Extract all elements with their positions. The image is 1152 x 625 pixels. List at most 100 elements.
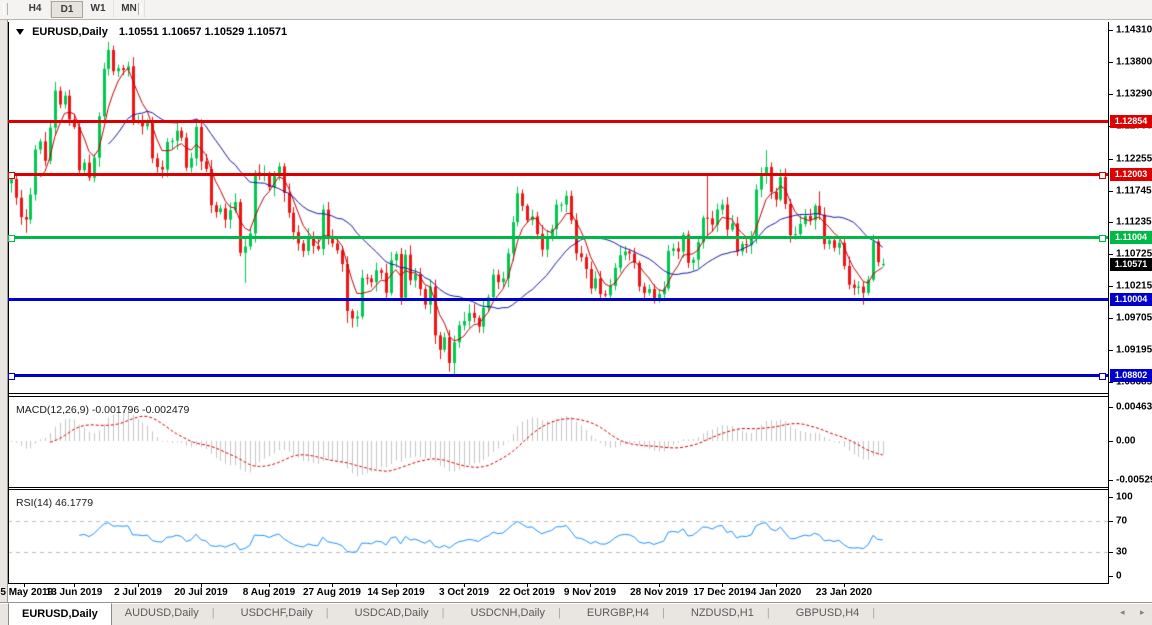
time-axis-label: 13 Jun 2019	[45, 587, 103, 598]
price-axis[interactable]: 1.143101.138001.132901.127801.122551.117…	[1109, 20, 1152, 602]
macd-axis-label: 0.00463	[1116, 401, 1152, 413]
macd-axis-label: 0.00	[1116, 435, 1136, 447]
price-badge-1.11004: 1.11004	[1110, 231, 1152, 244]
chart-title: EURUSD,Daily 1.10551 1.10657 1.10529 1.1…	[16, 26, 287, 38]
hline-1.10004[interactable]	[8, 298, 1108, 301]
hline-handle-right-1.11004[interactable]	[1099, 235, 1106, 242]
chart-ohlc-values: 1.10551 1.10657 1.10529 1.10571	[118, 26, 288, 38]
rsi-axis-label: 0	[1116, 570, 1122, 582]
time-axis-label: 4 Jan 2020	[750, 587, 802, 598]
macd-indicator-label: MACD(12,26,9) -0.001796 -0.002479	[16, 404, 190, 416]
time-axis-label: 9 Nov 2019	[563, 587, 617, 598]
price-axis-label: 1.13290	[1116, 88, 1152, 100]
plot-left-border	[8, 22, 9, 601]
price-axis-tick	[1109, 94, 1113, 95]
rsi-axis-label: 70	[1116, 515, 1128, 527]
time-axis-label: 20 Jul 2019	[174, 587, 228, 598]
tab-scroll-right-icon[interactable]: ▸	[1140, 607, 1145, 618]
time-axis-label: 8 Aug 2019	[242, 587, 296, 598]
symbol-dropdown-icon	[16, 29, 24, 35]
timeframe-button-h4[interactable]: H4	[20, 0, 51, 17]
trading-platform-window: H4 D1 W1 MN EURUSD,Daily 1.10551 1.10657 1.…	[0, 0, 1152, 625]
panel-splitter[interactable]	[8, 396, 1152, 397]
price-axis-tick	[1109, 222, 1113, 223]
current-price-badge: 1.10571	[1110, 258, 1152, 271]
price-axis-tick	[1109, 382, 1113, 383]
rsi-axis-tick	[1109, 521, 1113, 522]
chart-symbol-period: EURUSD,Daily	[32, 26, 108, 38]
rsi-axis-label: 30	[1116, 546, 1128, 558]
price-axis-label: 1.13800	[1116, 56, 1152, 68]
hline-1.11004[interactable]	[8, 236, 1108, 239]
time-axis-label: 2 Jul 2019	[114, 587, 162, 598]
price-axis-label: 1.14310	[1116, 24, 1152, 36]
panel-splitter[interactable]	[8, 489, 1152, 490]
panel-splitter[interactable]	[8, 487, 1152, 488]
hline-1.12854[interactable]	[8, 120, 1108, 123]
hline-handle-left-1.11004[interactable]	[8, 235, 15, 242]
chart-left-edge	[0, 20, 8, 602]
price-axis-tick	[1109, 318, 1113, 319]
price-badge-1.12003: 1.12003	[1110, 168, 1152, 181]
tab-nzdusd-h1[interactable]: NZDUSD,H1 |	[678, 603, 783, 625]
price-badge-1.10004: 1.10004	[1110, 293, 1152, 306]
rsi-axis-tick	[1109, 576, 1113, 577]
price-axis-label: 1.12255	[1116, 153, 1152, 165]
price-axis-tick	[1109, 191, 1113, 192]
timeframe-button-w1[interactable]: W1	[83, 0, 114, 17]
rsi-panel-canvas[interactable]	[8, 490, 1108, 583]
macd-axis-tick	[1109, 441, 1113, 442]
hline-handle-right-1.08802[interactable]	[1099, 373, 1106, 380]
price-badge-1.08802: 1.08802	[1110, 369, 1152, 382]
rsi-axis-tick	[1109, 552, 1113, 553]
time-axis-label: 17 Dec 2019	[693, 587, 751, 598]
price-axis-tick	[1109, 159, 1113, 160]
price-axis-label: 1.09195	[1116, 344, 1152, 356]
price-axis-tick	[1109, 62, 1113, 63]
rsi-axis-label: 100	[1116, 491, 1133, 503]
price-axis-tick	[1109, 286, 1113, 287]
price-axis-tick	[1109, 30, 1113, 31]
macd-axis-tick	[1109, 407, 1113, 408]
macd-axis-label: -0.00529	[1116, 474, 1152, 486]
candlestick-chart-canvas[interactable]	[8, 22, 1108, 393]
toolbar-separator	[138, 3, 142, 15]
toolbar-drag-handle[interactable]	[3, 3, 8, 15]
time-axis[interactable]: 25 May 2019 13 Jun 2019 2 Jul 2019 20 Jul 2…	[0, 584, 1152, 601]
panel-splitter[interactable]	[8, 393, 1152, 394]
macd-axis-tick	[1109, 480, 1113, 481]
timeframe-button-d1[interactable]: D1	[51, 1, 83, 18]
chart-window: EURUSD,Daily 1.10551 1.10657 1.10529 1.1…	[0, 20, 1152, 602]
timeframe-toolbar: H4 D1 W1 MN	[0, 0, 1152, 20]
rsi-axis-tick	[1109, 497, 1113, 498]
price-badge-1.12854: 1.12854	[1110, 115, 1152, 128]
price-axis-label: 1.11235	[1116, 216, 1152, 228]
hline-1.08802[interactable]	[8, 374, 1108, 377]
price-axis-label: 1.11745	[1116, 185, 1152, 197]
price-axis-tick	[1109, 254, 1113, 255]
tab-audusd-daily[interactable]: AUDUSD,Daily |	[112, 603, 228, 625]
time-axis-label: 23 Jan 2020	[815, 587, 873, 598]
tab-usdchf-daily[interactable]: USDCHF,Daily |	[228, 603, 342, 625]
rsi-indicator-label: RSI(14) 46.1779	[16, 497, 94, 509]
price-axis-label: 1.09705	[1116, 312, 1152, 324]
hline-handle-left-1.12003[interactable]	[8, 172, 15, 179]
time-axis-label: 22 Oct 2019	[499, 587, 555, 598]
time-axis-label: 14 Sep 2019	[367, 587, 425, 598]
price-axis-tick	[1109, 350, 1113, 351]
hline-handle-left-1.08802[interactable]	[8, 373, 15, 380]
tab-gbpusd-h4[interactable]: GBPUSD,H4 |	[783, 603, 888, 625]
time-axis-label: 3 Oct 2019	[438, 587, 490, 598]
time-axis-label: 28 Nov 2019	[630, 587, 688, 598]
timeframe-buttons: H4 D1 W1 MN	[20, 0, 145, 19]
chart-tab-bar: EURUSD,Daily AUDUSD,Daily | USDCHF,Daily | US…	[0, 602, 1152, 625]
tab-eurgbp-h4[interactable]: EURGBP,H4 |	[574, 603, 678, 625]
tab-usdcad-daily[interactable]: USDCAD,Daily |	[342, 603, 458, 625]
tab-eurusd-daily[interactable]: EURUSD,Daily	[8, 603, 112, 625]
tab-scroll-left-icon[interactable]: ◂	[1120, 607, 1125, 618]
tab-usdcnh-daily[interactable]: USDCNH,Daily |	[457, 603, 573, 625]
price-axis-label: 1.10215	[1116, 280, 1152, 292]
hline-1.12003[interactable]	[8, 173, 1108, 176]
time-axis-label: 27 Aug 2019	[303, 587, 361, 598]
hline-handle-right-1.12003[interactable]	[1099, 172, 1106, 179]
